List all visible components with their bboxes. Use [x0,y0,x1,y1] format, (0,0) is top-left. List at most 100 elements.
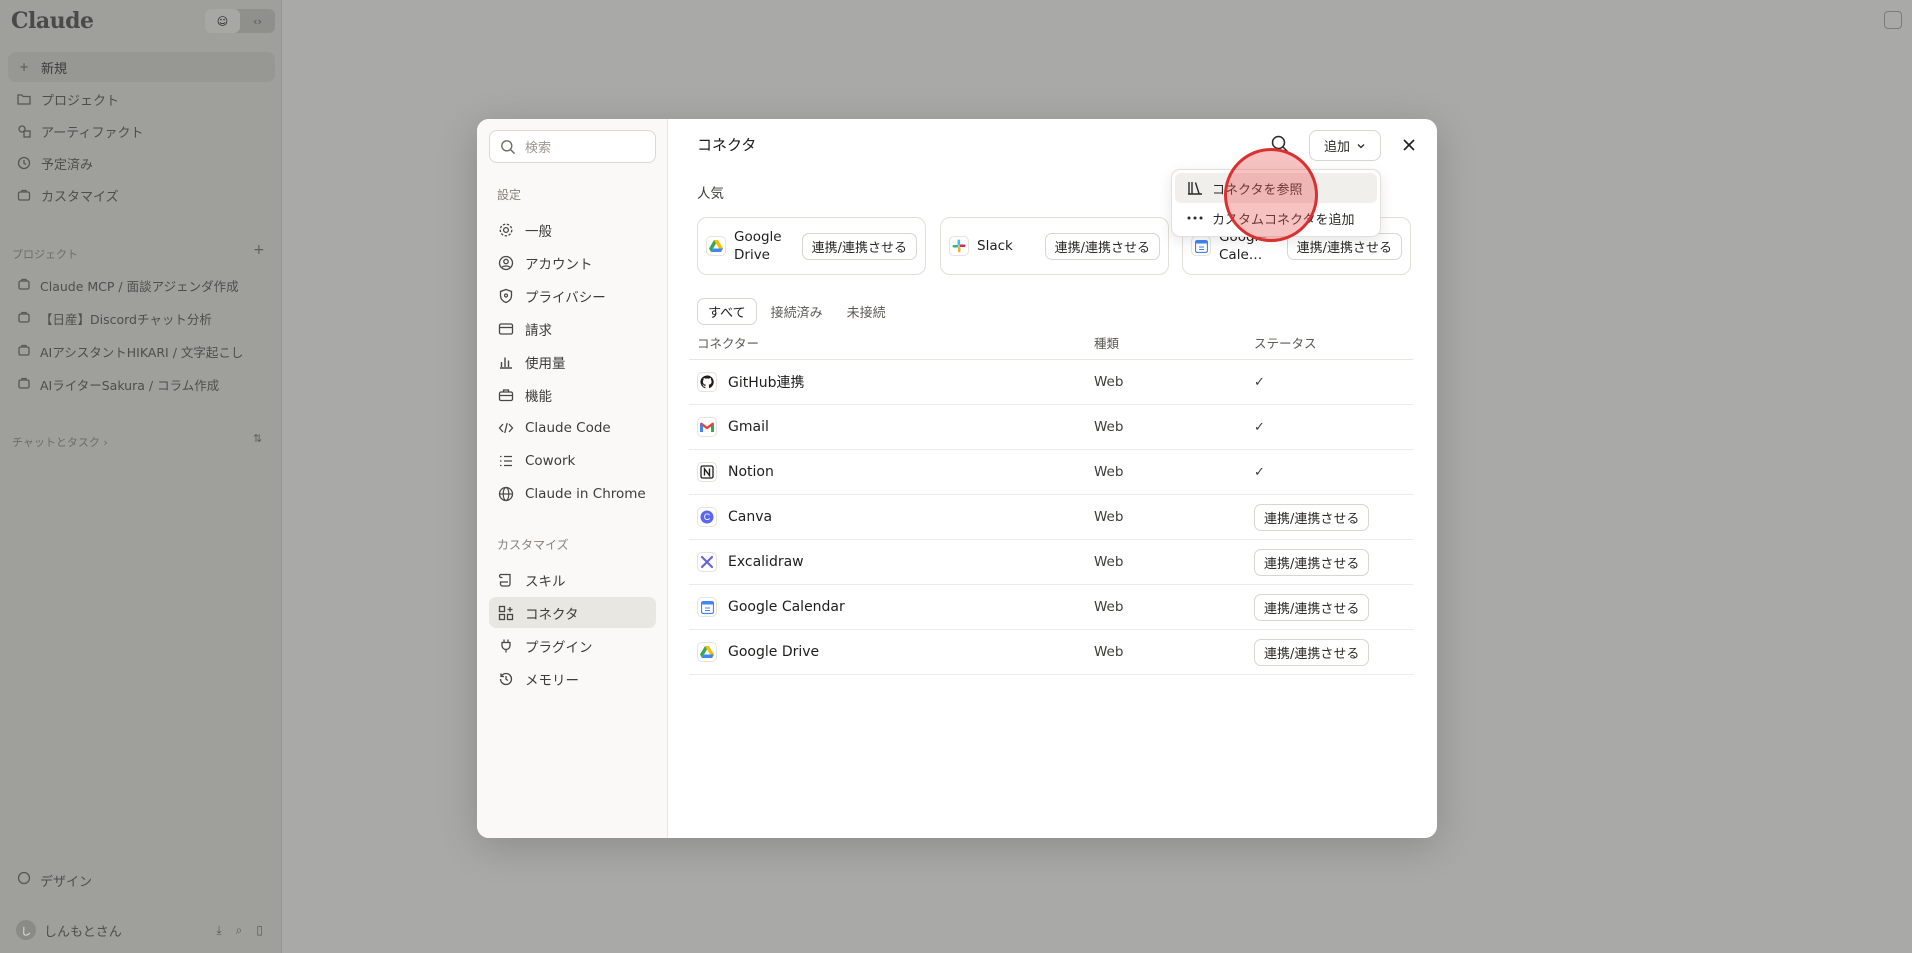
customize-section-label: カスタマイズ [497,538,569,552]
nav-new-chat[interactable]: + 新規 [8,52,275,82]
project-label: AIアシスタントHIKARI / 文字起こし [40,344,244,360]
excalidraw-icon [697,552,717,572]
search-icon[interactable] [1270,134,1290,154]
table-row[interactable]: Google Calendar Web 連携/連携させる [689,585,1413,630]
history-icon [499,672,513,685]
nav-scheduled[interactable]: 予定済み [8,148,275,178]
settings-item-usage[interactable]: 使用量 [489,346,656,377]
add-custom-connector-item[interactable]: カスタムコネクタを追加 [1175,203,1377,233]
add-connector-button[interactable]: 追加 [1309,130,1381,161]
chevron-down-icon [1357,143,1365,148]
connector-name: Canva [728,509,773,525]
tab-not-connected[interactable]: 未接続 [837,298,896,325]
code-mode-icon[interactable]: ‹› [240,9,275,33]
design-item[interactable]: デザイン [8,866,275,894]
github-icon [697,372,717,392]
table-row[interactable]: Google Drive Web 連携/連携させる [689,630,1413,675]
sidebar-toggle-icon[interactable]: ▯ [256,923,263,938]
nav-projects[interactable]: プロジェクト [8,84,275,114]
settings-search-input[interactable]: 検索 [489,130,656,163]
connector-name: GitHub連携 [728,375,805,391]
connect-button[interactable]: 連携/連携させる [1254,548,1370,576]
connect-button[interactable]: 連携/連携させる [801,232,917,260]
popular-card-google-drive: Google Drive 連携/連携させる [697,217,926,275]
briefcase-icon [17,188,31,202]
connect-button[interactable]: 連携/連携させる [1254,638,1370,666]
brand-logo: Claude [11,8,94,34]
connector-name: Google Drive [728,644,820,660]
settings-item-label: 請求 [525,322,552,339]
connector-cell: Notion [689,462,1094,482]
settings-item-general[interactable]: 一般 [489,214,656,245]
notion-icon [697,462,717,482]
mode-toggle[interactable]: ☺ ‹› [205,9,275,33]
settings-item-claude-in-chrome[interactable]: Claude in Chrome [489,478,656,509]
download-icon[interactable]: ⤓ [216,923,221,938]
table-row[interactable]: GitHub連携 Web ✓ [689,360,1413,405]
table-row[interactable]: Notion Web ✓ [689,450,1413,495]
project-label: AIライターSakura / コラム作成 [40,377,220,393]
settings-item-features[interactable]: 機能 [489,379,656,410]
popular-card-name: Slack [977,238,1013,254]
tab-all[interactable]: すべて [697,298,757,325]
globe-icon [498,486,514,501]
settings-item-account[interactable]: アカウント [489,247,656,278]
tab-connected[interactable]: 接続済み [761,298,833,325]
table-row[interactable]: C Canva Web 連携/連携させる [689,495,1413,540]
settings-item-cowork[interactable]: Cowork [489,445,656,476]
close-button[interactable] [1397,133,1421,157]
settings-item-skills[interactable]: スキル [489,564,656,595]
search-icon[interactable]: ⌕ [236,923,243,938]
connector-cell: Gmail [689,417,1094,437]
projects-section-label: プロジェクト [12,248,78,261]
settings-item-claude-code[interactable]: Claude Code [489,412,656,443]
clock-icon [17,156,31,170]
app-sidebar: Claude ☺ ‹› + 新規 プロジェクト アーティファクト 予定済み カス… [0,0,282,953]
settings-item-privacy[interactable]: プライバシー [489,280,656,311]
chat-mode-icon[interactable]: ☺ [205,9,240,33]
connector-cell: Excalidraw [689,552,1094,572]
settings-item-label: メモリー [525,672,579,689]
nav-label: 予定済み [41,157,94,173]
table-header: コネクター 種類 ステータス [689,325,1413,360]
settings-item-memory[interactable]: メモリー [489,663,656,694]
settings-item-label: プライバシー [525,289,606,306]
project-item[interactable]: Claude MCP / 面談アジェンダ作成 [8,270,275,300]
google-calendar-icon [1191,236,1211,256]
add-project-icon[interactable]: + [253,242,265,258]
connector-type: Web [1094,599,1124,615]
settings-item-plugins[interactable]: プラグイン [489,630,656,661]
project-item[interactable]: AIアシスタントHIKARI / 文字起こし [8,336,275,366]
browse-connectors-label: コネクタを参照 [1212,182,1303,198]
connect-button[interactable]: 連携/連携させる [1044,232,1160,260]
credit-card-icon [498,322,514,335]
artifact-panel-icon[interactable] [1884,11,1902,29]
nav-label: 新規 [41,61,68,77]
project-item[interactable]: 【日産】Discordチャット分析 [8,303,275,333]
settings-item-connectors[interactable]: コネクタ [489,597,656,628]
user-name: しんもとさん [44,924,122,940]
connect-button[interactable]: 連携/連携させる [1254,593,1370,621]
popular-card-name: Google Drive [734,229,782,263]
avatar: し [16,920,36,940]
nav-customize[interactable]: カスタマイズ [8,180,275,210]
nav-artifacts[interactable]: アーティファクト [8,116,275,146]
sort-icon[interactable]: ⇅ [253,432,262,445]
user-menu[interactable]: し しんもとさん ⤓ ⌕ ▯ [8,916,275,944]
toolbox-icon [498,388,514,401]
gear-icon [499,223,513,236]
project-item[interactable]: AIライターSakura / コラム作成 [8,369,275,399]
table-row[interactable]: Gmail Web ✓ [689,405,1413,450]
table-row[interactable]: Excalidraw Web 連携/連携させる [689,540,1413,585]
connect-button[interactable]: 連携/連携させる [1254,503,1370,531]
settings-item-label: Cowork [525,452,576,469]
connector-name: Google Calendar [728,599,845,615]
connector-cell: Google Drive [689,642,1094,662]
settings-item-billing[interactable]: 請求 [489,313,656,344]
chats-section-label[interactable]: チャットとタスク › [12,434,108,450]
search-icon [501,139,516,154]
add-custom-connector-label: カスタムコネクタを追加 [1212,212,1355,228]
checklist-icon [500,455,512,466]
browse-connectors-item[interactable]: コネクタを参照 [1175,173,1377,203]
connector-type: Web [1094,464,1124,480]
